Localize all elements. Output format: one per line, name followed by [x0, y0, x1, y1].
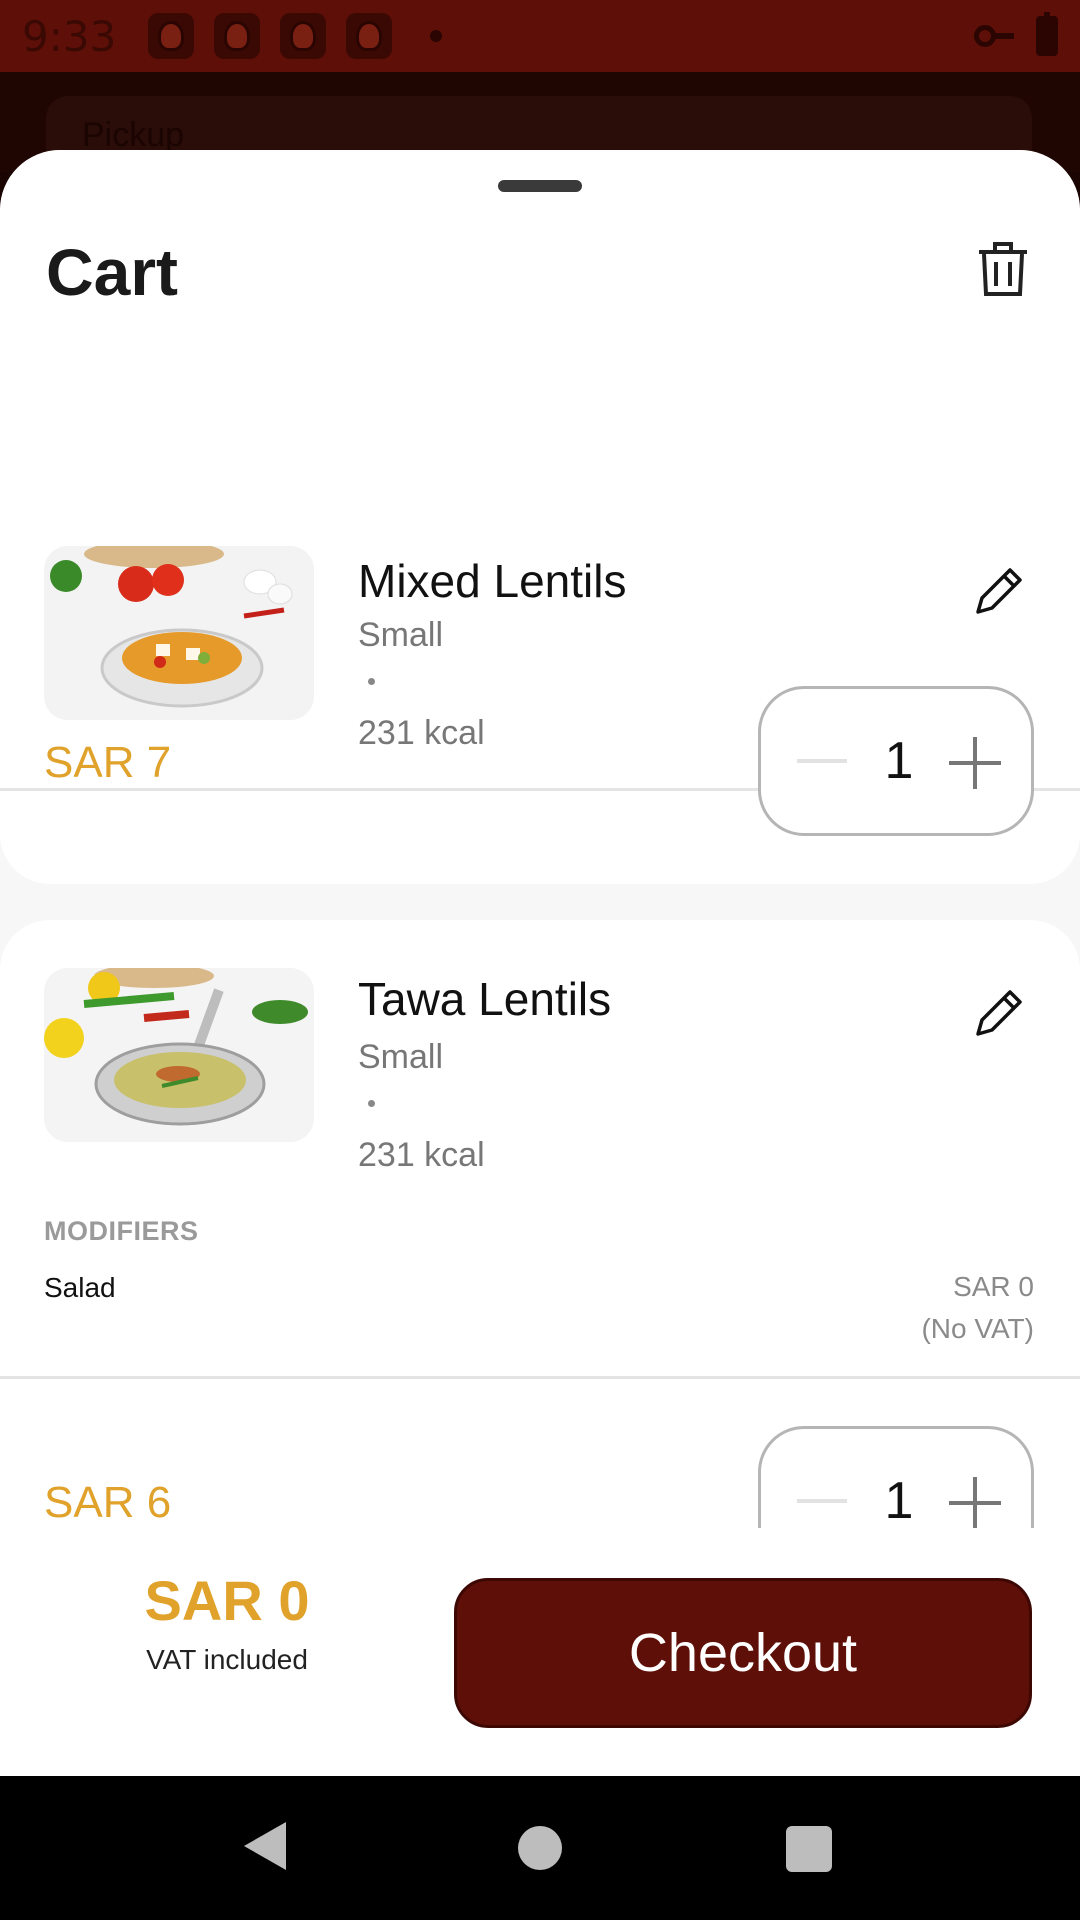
- checkout-button[interactable]: Checkout: [454, 1578, 1032, 1728]
- checkout-bar: SAR 0 VAT included Checkout: [0, 1528, 1080, 1776]
- separator-dot: [368, 1100, 375, 1107]
- drag-handle[interactable]: [498, 180, 582, 192]
- trash-icon[interactable]: [976, 238, 1030, 298]
- app-mascot-icon: [148, 13, 195, 59]
- vat-note: VAT included: [146, 1644, 308, 1675]
- total-amount: SAR 0: [144, 1569, 310, 1632]
- item-price: SAR 7: [44, 738, 172, 787]
- modifier-name: Salad: [44, 1272, 116, 1303]
- battery-charging-icon: [1036, 12, 1058, 56]
- quantity-value: 1: [884, 1472, 914, 1530]
- back-icon[interactable]: [244, 1822, 286, 1870]
- quantity-stepper: 1: [758, 686, 1034, 836]
- item-name: Tawa Lentils: [358, 973, 612, 1025]
- item-calories: 231 kcal: [358, 1136, 485, 1174]
- system-nav-bar: [0, 1776, 1080, 1920]
- status-time: 9:33: [22, 11, 117, 61]
- app-mascot-icon: [280, 13, 327, 59]
- notification-icons: [148, 13, 393, 59]
- increase-button[interactable]: [949, 1477, 1001, 1529]
- item-size: Small: [358, 1038, 444, 1076]
- cart-title: Cart: [46, 235, 179, 309]
- status-bar: 9:33: [0, 0, 1080, 72]
- item-calories: 231 kcal: [358, 714, 485, 752]
- app-mascot-icon: [346, 13, 393, 59]
- item-name: Mixed Lentils: [358, 555, 627, 607]
- quantity-value: 1: [884, 732, 914, 790]
- modifiers-label: MODIFIERS: [44, 1216, 199, 1246]
- item-image-tawa-lentils: [44, 968, 314, 1142]
- decrease-button[interactable]: [797, 1499, 847, 1503]
- increase-button[interactable]: [949, 737, 1001, 789]
- modifier-vat-note: (No VAT): [921, 1313, 1034, 1344]
- home-icon[interactable]: [518, 1826, 562, 1870]
- item-size: Small: [358, 616, 444, 654]
- more-notifications-dot: [430, 30, 443, 42]
- decrease-button[interactable]: [797, 759, 847, 763]
- item-image-mixed-lentils: [44, 546, 314, 720]
- modifier-price: SAR 0 (No VAT): [921, 1266, 1034, 1350]
- pencil-icon[interactable]: [972, 986, 1026, 1040]
- pencil-icon[interactable]: [972, 564, 1026, 618]
- vpn-key-icon: [974, 25, 1014, 47]
- app-mascot-icon: [214, 13, 261, 59]
- recent-apps-icon[interactable]: [786, 1826, 832, 1872]
- item-price: SAR 6: [44, 1478, 172, 1527]
- separator-dot: [368, 678, 375, 685]
- modifier-price-value: SAR 0: [953, 1271, 1034, 1302]
- divider: [0, 1376, 1080, 1379]
